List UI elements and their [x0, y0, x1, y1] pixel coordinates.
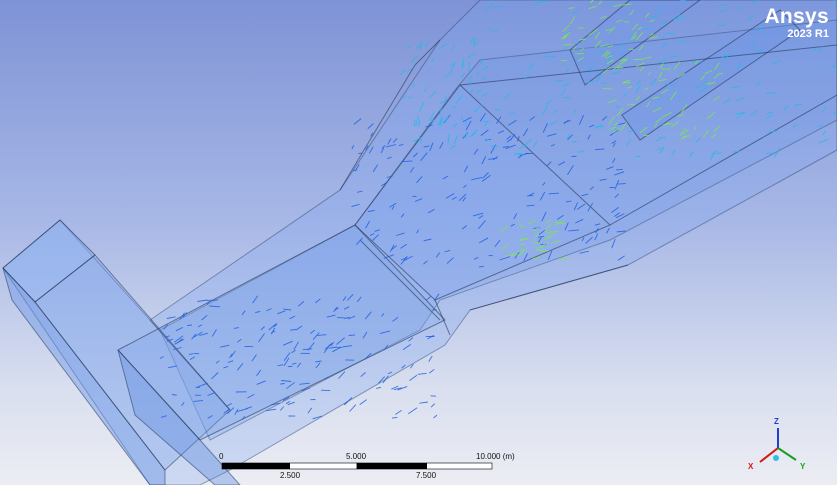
- brand-version: 2023 R1: [787, 28, 829, 40]
- velocity-vector: [433, 414, 438, 419]
- velocity-vector: [353, 118, 362, 125]
- velocity-vector: [187, 324, 193, 326]
- velocity-vector: [461, 61, 464, 69]
- velocity-vector: [417, 372, 427, 375]
- velocity-vector: [391, 416, 398, 419]
- velocity-vector: [716, 152, 722, 155]
- velocity-vector: [617, 183, 626, 185]
- velocity-vector: [514, 153, 523, 155]
- velocity-vector: [348, 334, 356, 336]
- velocity-vector: [616, 168, 623, 171]
- velocity-vector: [188, 353, 194, 355]
- velocity-vector: [411, 58, 415, 64]
- ansys-brand: Ansys 2023 R1: [764, 6, 829, 41]
- velocity-vector: [416, 43, 424, 49]
- velocity-vector: [409, 374, 418, 381]
- triad-x-label: X: [748, 462, 754, 471]
- scale-label-5000: 5.000: [346, 452, 367, 461]
- velocity-vector: [495, 108, 502, 111]
- velocity-vector: [280, 383, 285, 385]
- axis-triad: [759, 428, 797, 463]
- velocity-vector: [682, 135, 692, 137]
- velocity-vector: [408, 407, 418, 415]
- triad-z-label: Z: [774, 417, 779, 426]
- velocity-vector: [193, 352, 200, 355]
- scale-label-2500: 2.500: [280, 471, 301, 480]
- velocity-vector: [428, 355, 433, 362]
- velocity-vector: [349, 404, 357, 412]
- velocity-vector: [419, 401, 428, 404]
- velocity-vector: [367, 123, 374, 130]
- velocity-vector: [412, 55, 419, 60]
- scale-label-7500: 7.500: [416, 471, 437, 480]
- velocity-vector: [376, 386, 382, 389]
- velocity-vector: [406, 45, 411, 49]
- velocity-vector: [575, 52, 585, 55]
- velocity-vector: [627, 103, 635, 106]
- velocity-vector: [429, 368, 435, 374]
- scale-bar: [221, 462, 493, 470]
- geometry-scene: [2, 0, 837, 485]
- scale-label-10000: 10.000 (m): [476, 452, 515, 461]
- velocity-vector: [430, 403, 436, 408]
- velocity-vector: [395, 410, 402, 415]
- velocity-vector: [572, 140, 578, 143]
- velocity-vector: [642, 28, 651, 30]
- velocity-vector: [548, 192, 560, 195]
- velocity-vector: [478, 265, 484, 268]
- velocity-vector: [359, 399, 367, 405]
- velocity-vector: [545, 55, 556, 58]
- velocity-vector: [399, 69, 406, 75]
- velocity-vector: [604, 3, 612, 5]
- velocity-vector: [424, 42, 430, 47]
- triad-y-label: Y: [800, 462, 806, 471]
- velocity-vector: [678, 40, 686, 43]
- graphics-viewport[interactable]: Ansys 2023 R1 0 5.000 10.000 (m) 2.500 7…: [0, 0, 837, 485]
- scale-label-0: 0: [219, 452, 224, 461]
- velocity-vector: [206, 299, 218, 301]
- brand-name: Ansys: [764, 5, 829, 28]
- velocity-vector: [351, 145, 355, 150]
